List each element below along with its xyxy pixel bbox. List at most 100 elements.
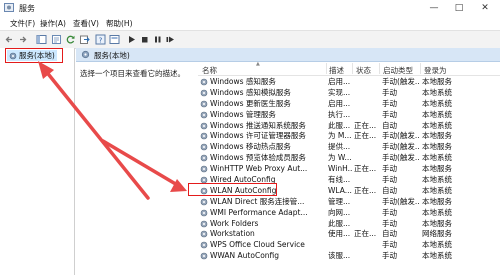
back-icon[interactable] [4,34,15,45]
service-startup-type: 手动 [382,218,397,228]
console-tree-pane: 服务(本地) [0,48,75,275]
table-row[interactable]: Windows 推送通知系统服务 此服... 正在... 自动 本地系统 [198,120,500,131]
service-gear-icon [200,89,208,97]
table-row[interactable]: Windows 感知服务 启用... 手动(触发... 本地服务 [198,76,500,87]
service-description: 向网... [328,207,351,217]
stop-icon[interactable] [139,34,150,45]
service-logon: 本地系统 [422,185,452,195]
table-row[interactable]: WPS Office Cloud Service 手动 本地系统 [198,239,500,250]
restart-icon[interactable] [165,34,176,45]
service-gear-icon [200,220,208,227]
play-icon[interactable] [126,34,137,45]
table-row[interactable]: WWAN AutoConfig 该服... 手动 本地系统 [198,250,500,261]
table-row[interactable]: WinHTTP Web Proxy Aut... WinH...正在... 手动 本地… [198,163,500,174]
table-row[interactable]: Windows 移动热点服务 提供... 手动(触发... 本地服务 [198,141,500,152]
services-app-icon [4,3,14,12]
services-pane: 服务(本地) 选择一个项目来查看它的描述。 ▲ 名称 描述 状态 启动类型 登录… [76,48,500,275]
service-gear-icon [200,242,208,249]
sort-indicator-icon: ▲ [256,61,260,67]
service-logon: 本地系统 [422,251,452,261]
help-icon[interactable]: ? [95,34,106,45]
service-logon: 本地服务 [422,196,452,206]
minimize-button[interactable]: — [425,2,443,14]
services-list: ▲ 名称 描述 状态 启动类型 登录为 Windows 感知服务 启用... 手动(… [198,61,500,275]
service-startup-type: 手动 [382,87,397,97]
service-startup-type: 手动(触发... [382,77,420,86]
column-name[interactable]: 名称 [202,65,217,76]
service-name: WLAN Direct 服务连接管... [210,196,305,206]
window-title: 服务 [19,4,35,13]
forward-icon[interactable] [17,34,28,45]
service-name: WWAN AutoConfig [210,251,280,261]
column-divider[interactable] [420,63,421,74]
annotation-box-wired-autoconfig [188,183,277,196]
service-gear-icon [200,252,208,260]
refresh-icon[interactable] [65,34,76,45]
column-header-row: ▲ 名称 描述 状态 启动类型 登录为 [198,61,500,76]
menu-view[interactable]: 查看(V) [73,18,99,29]
column-divider[interactable] [326,63,327,74]
service-gear-icon [200,100,208,108]
service-description: WLA... [328,185,352,195]
properties-icon[interactable] [51,34,62,45]
column-description[interactable]: 描述 [329,65,344,76]
service-startup-type: 手动 [382,109,397,119]
service-name: Windows 感知服务 [210,77,276,86]
service-logon: 本地服务 [422,218,452,228]
column-divider[interactable] [352,63,353,74]
service-startup-type: 手动 [382,164,397,174]
close-button[interactable]: ✕ [476,2,494,14]
title-bar: 服务 — □ ✕ [0,0,500,16]
table-row[interactable]: Windows 感知模拟服务 实现... 手动 本地系统 [198,87,500,98]
service-description: 执行... [328,109,351,119]
service-status: 正在... [354,131,377,141]
column-startup[interactable]: 启动类型 [383,65,413,76]
console-tree-icon[interactable] [36,34,47,45]
service-description: 实现... [328,87,351,97]
table-row[interactable]: Windows 管理服务 执行... 手动 本地系统 [198,109,500,120]
pause-icon[interactable] [152,34,163,45]
maximize-button[interactable]: □ [450,2,468,14]
service-name: Windows 许可证管理器服务 [210,131,306,141]
service-startup-type: 手动(触发... [382,142,420,152]
service-startup-type: 自动 [382,120,397,130]
service-description: 为 M... [328,131,352,141]
table-row[interactable]: Workstation 使用... 正在... 自动 网络服务 [198,228,500,239]
service-logon: 本地系统 [422,207,452,217]
service-gear-icon [200,231,208,238]
service-logon: 本地服务 [422,142,452,152]
table-row[interactable]: Windows 预览体验成员服务 为 W... 手动(触发... 本地系统 [198,152,500,163]
service-startup-type: 自动 [382,185,397,195]
service-name: WMI Performance Adapt... [210,207,308,217]
service-description: 启用... [328,77,351,86]
column-divider[interactable] [379,63,380,74]
service-logon: 本地服务 [422,164,452,174]
service-startup-type: 自动 [382,229,397,239]
service-logon: 本地系统 [422,109,452,119]
service-gear-icon [200,198,208,206]
table-row[interactable]: Windows 许可证管理器服务 为 M... 正在... 手动(触发... 本地服务 [198,130,500,141]
column-logon[interactable]: 登录为 [424,65,447,76]
service-name: WPS Office Cloud Service [210,240,305,250]
service-description: 此服... [328,120,351,130]
table-row[interactable]: Work Folders 此服... 手动 本地服务 [198,218,500,229]
service-gear-icon [200,133,208,140]
service-startup-type: 手动 [382,240,397,250]
service-logon: 本地系统 [422,153,452,163]
service-name: Work Folders [210,218,259,228]
service-status: 正在... [354,229,377,239]
view-icon[interactable] [109,34,120,45]
table-row[interactable]: Windows 更新医生服务 启用... 手动 本地系统 [198,98,500,109]
column-status[interactable]: 状态 [356,65,371,76]
service-description: WinH... [328,164,352,174]
pane-header-title: 服务(本地) [94,51,130,60]
table-row[interactable]: WMI Performance Adapt... 向网... 手动 本地系统 [198,207,500,218]
menu-file[interactable]: 文件(F) [10,18,35,29]
menu-action[interactable]: 操作(A) [40,18,66,29]
table-row[interactable]: WLAN Direct 服务连接管... 管理... 手动(触发... 本地服务 [198,196,500,207]
service-gear-icon [200,154,208,162]
export-icon[interactable] [79,34,90,45]
menu-help[interactable]: 帮助(H) [106,18,133,29]
menu-bar: 文件(F) 操作(A) 查看(V) 帮助(H) [0,16,500,29]
service-status: 正在... [354,120,377,130]
